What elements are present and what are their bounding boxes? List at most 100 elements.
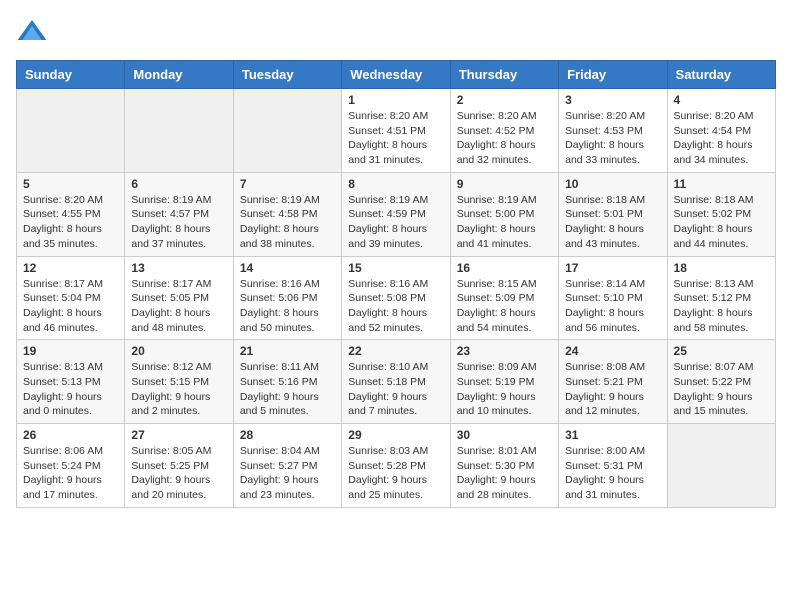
day-info: Sunrise: 8:14 AM Sunset: 5:10 PM Dayligh… (565, 277, 660, 336)
day-number: 3 (565, 93, 660, 107)
day-number: 13 (131, 261, 226, 275)
calendar-cell: 11 Sunrise: 8:18 AM Sunset: 5:02 PM Dayli… (667, 172, 775, 256)
calendar-cell: 20 Sunrise: 8:12 AM Sunset: 5:15 PM Dayli… (125, 340, 233, 424)
day-number: 30 (457, 428, 552, 442)
day-number: 22 (348, 344, 443, 358)
day-number: 8 (348, 177, 443, 191)
day-info: Sunrise: 8:10 AM Sunset: 5:18 PM Dayligh… (348, 360, 443, 419)
calendar-weekday-header: Thursday (450, 61, 558, 89)
calendar-cell: 9 Sunrise: 8:19 AM Sunset: 5:00 PM Daylig… (450, 172, 558, 256)
day-number: 12 (23, 261, 118, 275)
day-number: 2 (457, 93, 552, 107)
calendar-cell: 2 Sunrise: 8:20 AM Sunset: 4:52 PM Daylig… (450, 89, 558, 173)
calendar-cell: 25 Sunrise: 8:07 AM Sunset: 5:22 PM Dayli… (667, 340, 775, 424)
day-number: 25 (674, 344, 769, 358)
calendar-cell: 14 Sunrise: 8:16 AM Sunset: 5:06 PM Dayli… (233, 256, 341, 340)
calendar-cell (125, 89, 233, 173)
day-info: Sunrise: 8:20 AM Sunset: 4:52 PM Dayligh… (457, 109, 552, 168)
day-info: Sunrise: 8:05 AM Sunset: 5:25 PM Dayligh… (131, 444, 226, 503)
calendar-week-row: 19Sunrise: 8:13 AM Sunset: 5:13 PM Dayli… (17, 340, 776, 424)
day-number: 10 (565, 177, 660, 191)
day-number: 28 (240, 428, 335, 442)
day-info: Sunrise: 8:13 AM Sunset: 5:12 PM Dayligh… (674, 277, 769, 336)
day-info: Sunrise: 8:12 AM Sunset: 5:15 PM Dayligh… (131, 360, 226, 419)
calendar-cell: 21Sunrise: 8:11 AM Sunset: 5:16 PM Dayli… (233, 340, 341, 424)
calendar-cell: 19Sunrise: 8:13 AM Sunset: 5:13 PM Dayli… (17, 340, 125, 424)
logo (16, 16, 52, 48)
day-info: Sunrise: 8:03 AM Sunset: 5:28 PM Dayligh… (348, 444, 443, 503)
day-number: 21 (240, 344, 335, 358)
day-number: 1 (348, 93, 443, 107)
calendar-weekday-header: Wednesday (342, 61, 450, 89)
calendar-cell: 28 Sunrise: 8:04 AM Sunset: 5:27 PM Dayli… (233, 424, 341, 508)
day-info: Sunrise: 8:19 AM Sunset: 4:59 PM Dayligh… (348, 193, 443, 252)
calendar-cell (17, 89, 125, 173)
calendar-cell: 4 Sunrise: 8:20 AM Sunset: 4:54 PM Daylig… (667, 89, 775, 173)
day-info: Sunrise: 8:19 AM Sunset: 5:00 PM Dayligh… (457, 193, 552, 252)
day-number: 26 (23, 428, 118, 442)
day-number: 18 (674, 261, 769, 275)
calendar-cell: 29 Sunrise: 8:03 AM Sunset: 5:28 PM Dayli… (342, 424, 450, 508)
calendar-cell: 24 Sunrise: 8:08 AM Sunset: 5:21 PM Dayli… (559, 340, 667, 424)
day-info: Sunrise: 8:01 AM Sunset: 5:30 PM Dayligh… (457, 444, 552, 503)
day-number: 5 (23, 177, 118, 191)
day-number: 4 (674, 93, 769, 107)
calendar-cell: 17Sunrise: 8:14 AM Sunset: 5:10 PM Dayli… (559, 256, 667, 340)
day-number: 14 (240, 261, 335, 275)
day-number: 15 (348, 261, 443, 275)
calendar-header-row: SundayMondayTuesdayWednesdayThursdayFrid… (17, 61, 776, 89)
calendar-cell: 10 Sunrise: 8:18 AM Sunset: 5:01 PM Dayli… (559, 172, 667, 256)
day-info: Sunrise: 8:09 AM Sunset: 5:19 PM Dayligh… (457, 360, 552, 419)
calendar-week-row: 1 Sunrise: 8:20 AM Sunset: 4:51 PM Daylig… (17, 89, 776, 173)
day-info: Sunrise: 8:18 AM Sunset: 5:02 PM Dayligh… (674, 193, 769, 252)
calendar-cell: 5 Sunrise: 8:20 AM Sunset: 4:55 PM Daylig… (17, 172, 125, 256)
day-number: 9 (457, 177, 552, 191)
calendar-cell: 18 Sunrise: 8:13 AM Sunset: 5:12 PM Dayli… (667, 256, 775, 340)
calendar-weekday-header: Tuesday (233, 61, 341, 89)
day-number: 7 (240, 177, 335, 191)
day-info: Sunrise: 8:17 AM Sunset: 5:05 PM Dayligh… (131, 277, 226, 336)
calendar-cell: 27 Sunrise: 8:05 AM Sunset: 5:25 PM Dayli… (125, 424, 233, 508)
day-info: Sunrise: 8:13 AM Sunset: 5:13 PM Dayligh… (23, 360, 118, 419)
day-number: 16 (457, 261, 552, 275)
calendar-week-row: 5 Sunrise: 8:20 AM Sunset: 4:55 PM Daylig… (17, 172, 776, 256)
day-info: Sunrise: 8:00 AM Sunset: 5:31 PM Dayligh… (565, 444, 660, 503)
calendar-cell: 31 Sunrise: 8:00 AM Sunset: 5:31 PM Dayli… (559, 424, 667, 508)
calendar-cell: 16 Sunrise: 8:15 AM Sunset: 5:09 PM Dayli… (450, 256, 558, 340)
day-info: Sunrise: 8:20 AM Sunset: 4:51 PM Dayligh… (348, 109, 443, 168)
day-info: Sunrise: 8:20 AM Sunset: 4:55 PM Dayligh… (23, 193, 118, 252)
calendar-week-row: 12 Sunrise: 8:17 AM Sunset: 5:04 PM Dayli… (17, 256, 776, 340)
calendar-weekday-header: Monday (125, 61, 233, 89)
day-info: Sunrise: 8:20 AM Sunset: 4:53 PM Dayligh… (565, 109, 660, 168)
day-info: Sunrise: 8:07 AM Sunset: 5:22 PM Dayligh… (674, 360, 769, 419)
day-info: Sunrise: 8:17 AM Sunset: 5:04 PM Dayligh… (23, 277, 118, 336)
calendar-weekday-header: Sunday (17, 61, 125, 89)
calendar-cell: 6 Sunrise: 8:19 AM Sunset: 4:57 PM Daylig… (125, 172, 233, 256)
day-number: 29 (348, 428, 443, 442)
day-info: Sunrise: 8:16 AM Sunset: 5:06 PM Dayligh… (240, 277, 335, 336)
day-info: Sunrise: 8:20 AM Sunset: 4:54 PM Dayligh… (674, 109, 769, 168)
logo-icon (16, 16, 48, 48)
day-number: 24 (565, 344, 660, 358)
day-info: Sunrise: 8:18 AM Sunset: 5:01 PM Dayligh… (565, 193, 660, 252)
day-number: 27 (131, 428, 226, 442)
day-info: Sunrise: 8:06 AM Sunset: 5:24 PM Dayligh… (23, 444, 118, 503)
day-number: 20 (131, 344, 226, 358)
calendar-cell: 15Sunrise: 8:16 AM Sunset: 5:08 PM Dayli… (342, 256, 450, 340)
day-number: 6 (131, 177, 226, 191)
calendar-week-row: 26 Sunrise: 8:06 AM Sunset: 5:24 PM Dayli… (17, 424, 776, 508)
day-number: 11 (674, 177, 769, 191)
day-info: Sunrise: 8:08 AM Sunset: 5:21 PM Dayligh… (565, 360, 660, 419)
calendar-cell (233, 89, 341, 173)
day-info: Sunrise: 8:04 AM Sunset: 5:27 PM Dayligh… (240, 444, 335, 503)
calendar-cell: 12 Sunrise: 8:17 AM Sunset: 5:04 PM Dayli… (17, 256, 125, 340)
day-info: Sunrise: 8:19 AM Sunset: 4:58 PM Dayligh… (240, 193, 335, 252)
day-info: Sunrise: 8:15 AM Sunset: 5:09 PM Dayligh… (457, 277, 552, 336)
calendar-cell: 1 Sunrise: 8:20 AM Sunset: 4:51 PM Daylig… (342, 89, 450, 173)
day-info: Sunrise: 8:19 AM Sunset: 4:57 PM Dayligh… (131, 193, 226, 252)
day-number: 23 (457, 344, 552, 358)
day-number: 31 (565, 428, 660, 442)
calendar-cell: 13 Sunrise: 8:17 AM Sunset: 5:05 PM Dayli… (125, 256, 233, 340)
calendar-weekday-header: Friday (559, 61, 667, 89)
calendar-cell: 7 Sunrise: 8:19 AM Sunset: 4:58 PM Daylig… (233, 172, 341, 256)
